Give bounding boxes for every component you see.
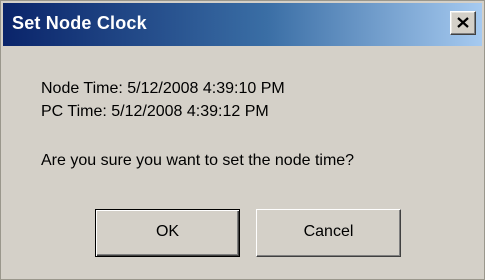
pc-time-text: PC Time: 5/12/2008 4:39:12 PM <box>41 103 269 120</box>
node-time-text: Node Time: 5/12/2008 4:39:10 PM <box>41 80 285 97</box>
set-node-clock-dialog: Set Node Clock Node Time: 5/12/2008 4:39… <box>0 0 485 280</box>
dialog-title: Set Node Clock <box>12 13 147 33</box>
close-button[interactable] <box>450 11 476 35</box>
ok-button[interactable]: OK <box>95 209 240 257</box>
confirm-question: Are you sure you want to set the node ti… <box>41 152 355 169</box>
title-bar[interactable]: Set Node Clock <box>3 3 482 46</box>
time-info: Node Time: 5/12/2008 4:39:10 PM PC Time:… <box>41 77 285 123</box>
cancel-button[interactable]: Cancel <box>256 209 401 257</box>
close-icon <box>457 17 469 28</box>
